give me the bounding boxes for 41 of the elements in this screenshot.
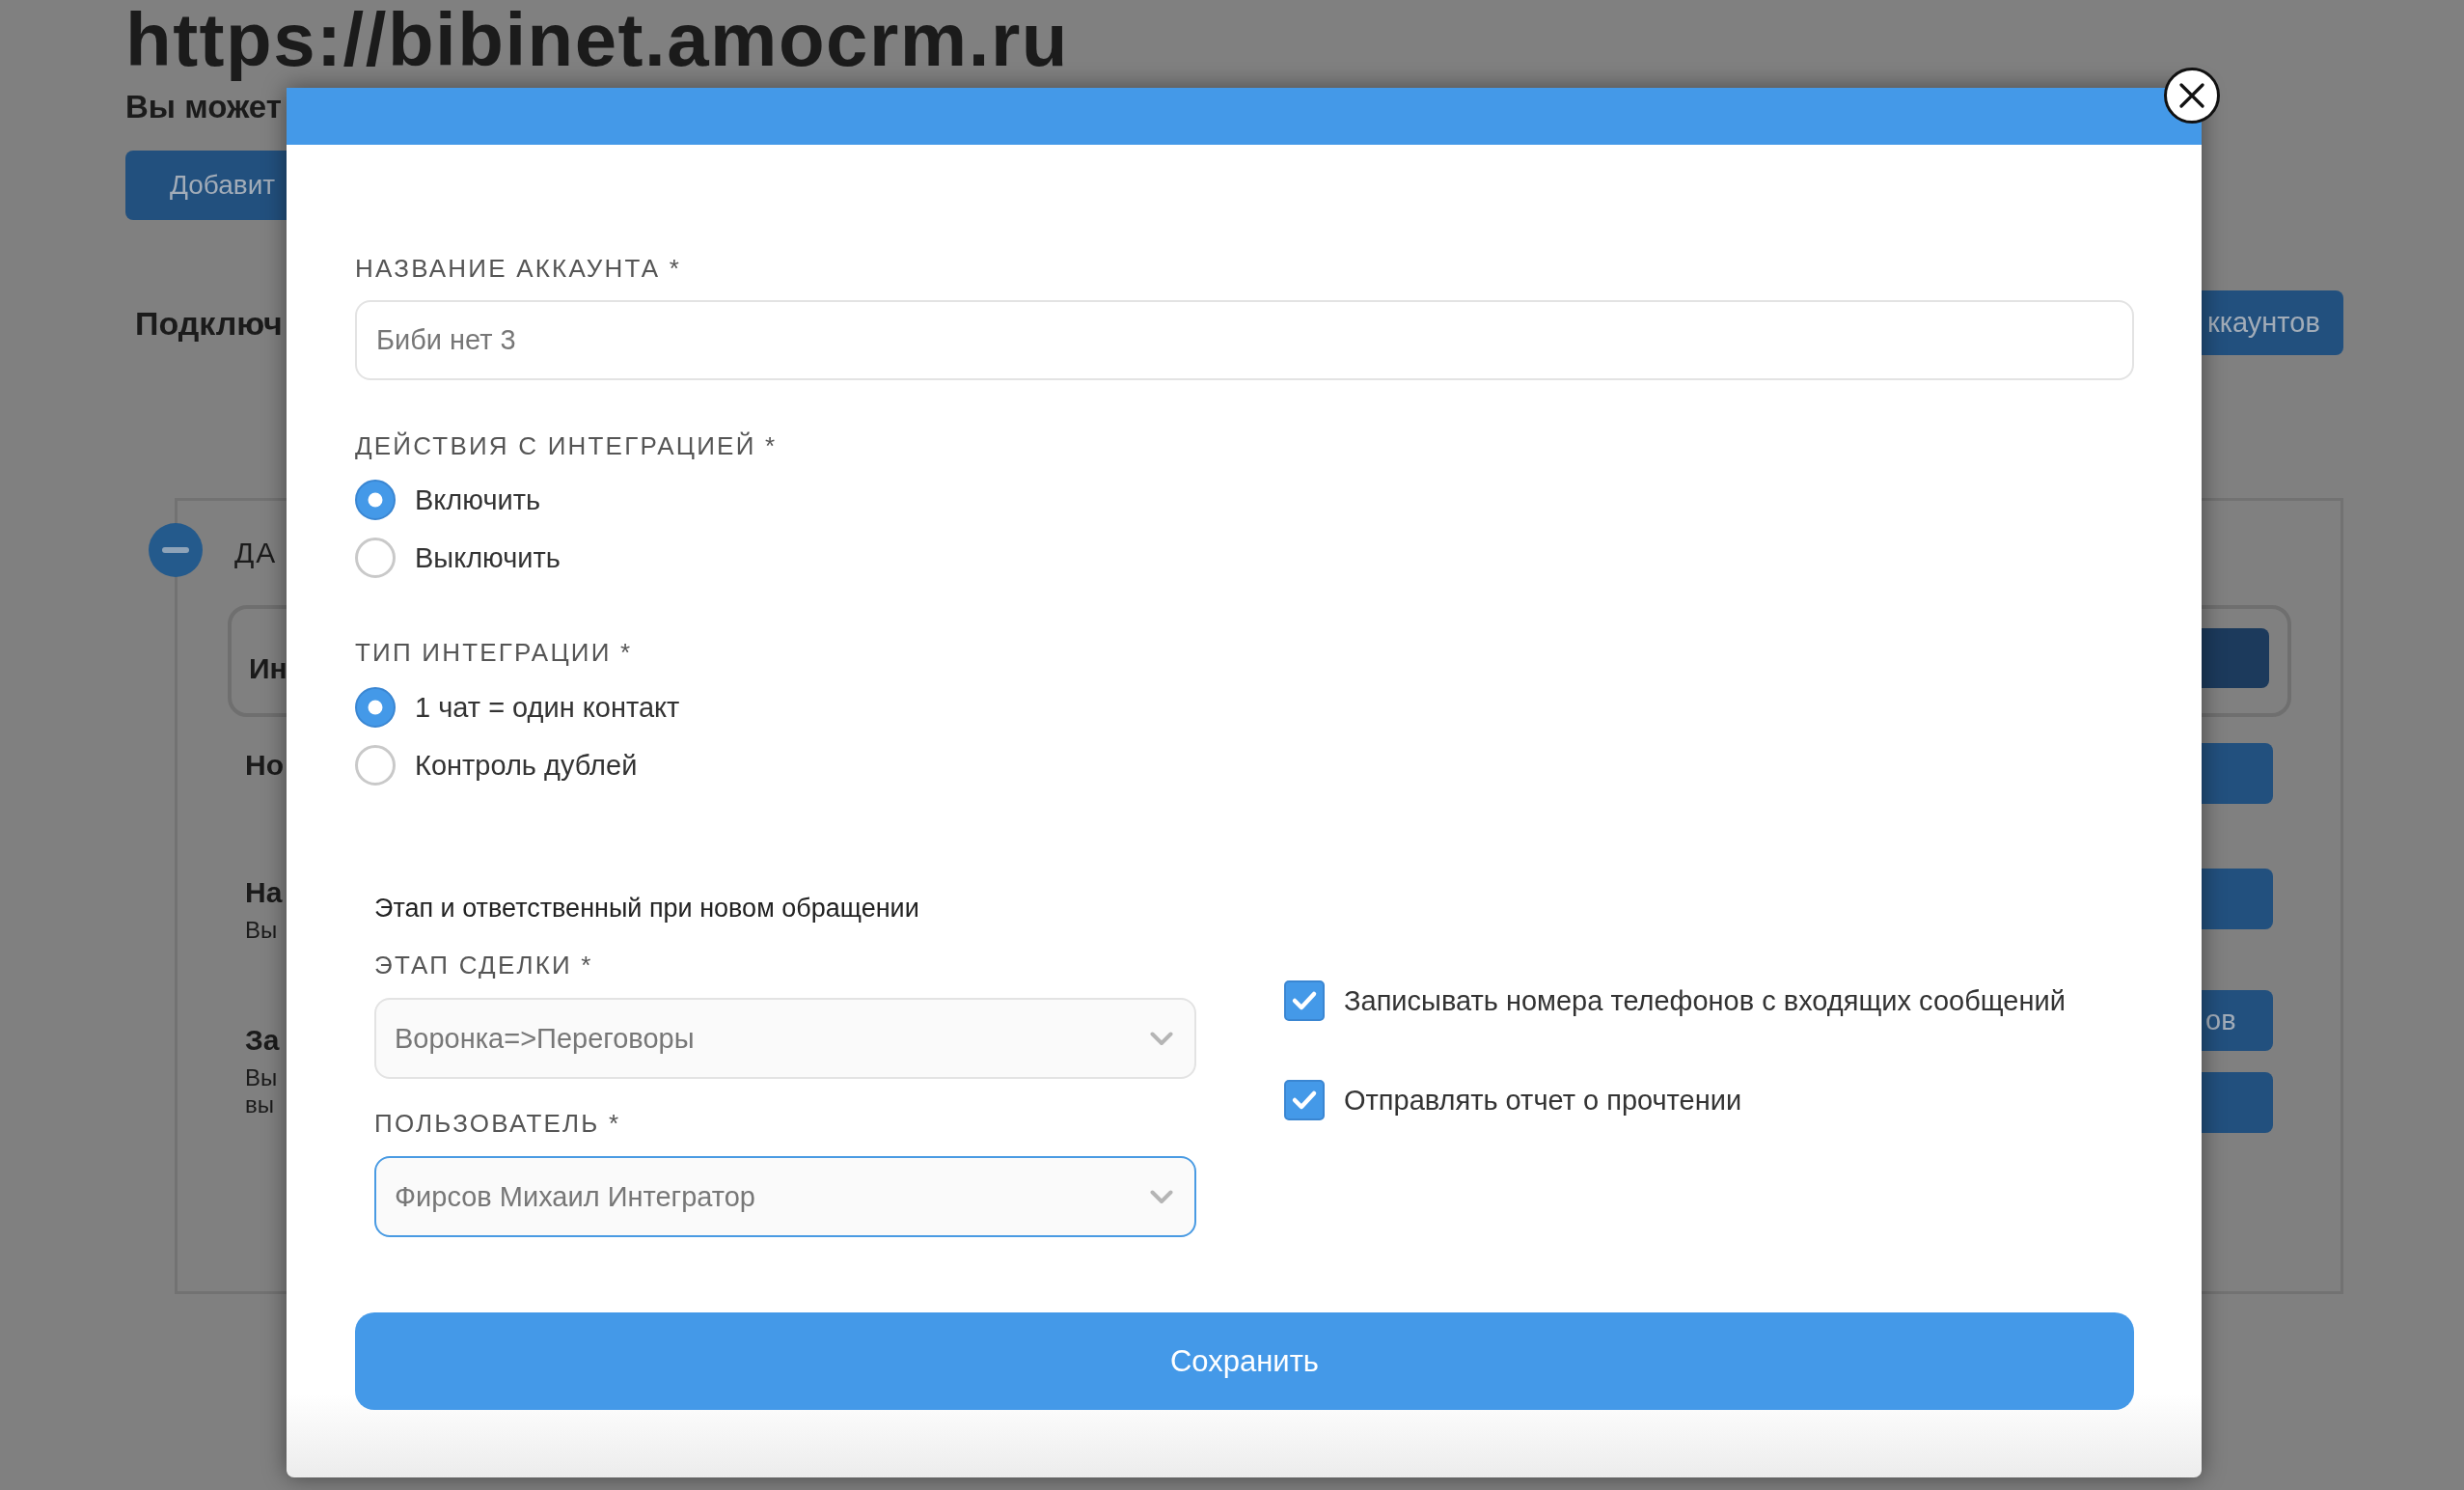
add-button[interactable]: Добавит [125, 151, 287, 220]
field-label: ТИП ИНТЕГРАЦИИ * [355, 637, 633, 669]
accounts-button[interactable]: ккаунтов [2202, 290, 2343, 355]
radio-label[interactable]: Включить [415, 483, 541, 516]
subtitle-text: Вы может [125, 90, 282, 124]
box-title: Ин [249, 651, 287, 686]
description-text: Вы [245, 917, 278, 944]
chevron-down-icon [1150, 1189, 1173, 1204]
minus-circle-icon[interactable] [149, 523, 203, 577]
field-label: ПОЛЬЗОВАТЕЛЬ * [374, 1108, 621, 1140]
panel-heading: ДА [234, 536, 278, 570]
text-input[interactable]: Биби нет 3 [355, 300, 2134, 380]
field-label: ДЕЙСТВИЯ С ИНТЕГРАЦИЕЙ * [355, 430, 778, 462]
checkbox-label[interactable]: Записывать номера телефонов с входящих сообщений [1344, 984, 2066, 1017]
close-icon [2179, 83, 2204, 108]
checkbox[interactable] [1284, 1080, 1325, 1120]
row-title: За [245, 1023, 280, 1058]
action-button[interactable]: ов [2202, 990, 2273, 1051]
checkbox[interactable] [1284, 980, 1325, 1021]
checkbox-label[interactable]: Отправлять отчет о прочтении [1344, 1084, 1742, 1117]
radio-label[interactable]: Контроль дублей [415, 749, 638, 782]
radio-label[interactable]: Выключить [415, 541, 561, 574]
radio-button[interactable] [355, 480, 396, 520]
section-heading: Подключ [135, 303, 283, 343]
radio-button[interactable] [355, 745, 396, 786]
row-title: На [245, 875, 283, 910]
chevron-down-icon [1150, 1031, 1173, 1046]
dropdown[interactable]: Фирсов Михаил Интегратор [374, 1156, 1196, 1237]
field-label: НАЗВАНИЕ АККАУНТА * [355, 253, 681, 285]
page-title: https://bibinet.amocrm.ru [125, 0, 1069, 79]
section-title: Этап и ответственный при новом обращении [374, 894, 919, 923]
save-button[interactable]: Сохранить [355, 1312, 2134, 1410]
radio-button[interactable] [355, 538, 396, 578]
radio-button[interactable] [355, 687, 396, 728]
field-label: ЭТАП СДЕЛКИ * [374, 950, 593, 981]
radio-label[interactable]: 1 чат = один контакт [415, 691, 680, 724]
close-button[interactable] [2164, 68, 2220, 124]
row-title: Но [245, 748, 284, 783]
description-text: Вы [245, 1064, 278, 1091]
dropdown[interactable]: Воронка=>Переговоры [374, 998, 1196, 1079]
description-text: вы [245, 1091, 274, 1118]
